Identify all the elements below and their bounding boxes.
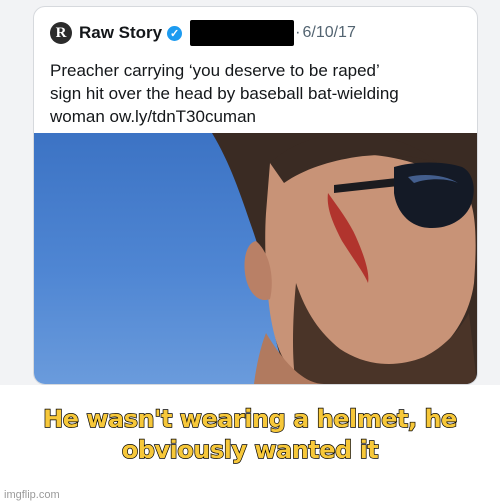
account-name[interactable]: Raw Story bbox=[79, 23, 162, 43]
tweet-text-line: sign hit over the head by baseball bat-w… bbox=[50, 84, 399, 103]
tweet-text: Preacher carrying ‘you deserve to be rap… bbox=[50, 59, 470, 128]
redacted-handle bbox=[190, 20, 295, 46]
imgflip-watermark: imgflip.com bbox=[4, 489, 60, 501]
meme-caption: He wasn't wearing a helmet, he obviously… bbox=[0, 404, 500, 466]
meme-caption-line: He wasn't wearing a helmet, he bbox=[42, 404, 458, 433]
tweet-card: R Raw Story ✓ · 6/10/17 Preacher carryin… bbox=[33, 6, 478, 385]
tweet-header: R Raw Story ✓ · 6/10/17 bbox=[50, 20, 465, 46]
raw-story-logo-icon: R bbox=[50, 22, 72, 44]
verified-badge-icon: ✓ bbox=[167, 25, 183, 41]
header-separator: · bbox=[295, 24, 301, 41]
tweet-screenshot-frame: R Raw Story ✓ · 6/10/17 Preacher carryin… bbox=[0, 0, 500, 385]
tweet-date[interactable]: 6/10/17 bbox=[302, 24, 355, 42]
tweet-text-line[interactable]: woman ow.ly/tdnT30cuman bbox=[50, 105, 470, 128]
man-with-sunglasses-photo bbox=[212, 133, 477, 384]
tweet-photo[interactable] bbox=[34, 133, 477, 384]
meme-caption-line: obviously wanted it bbox=[121, 435, 379, 464]
tweet-text-line: Preacher carrying ‘you deserve to be rap… bbox=[50, 61, 380, 80]
